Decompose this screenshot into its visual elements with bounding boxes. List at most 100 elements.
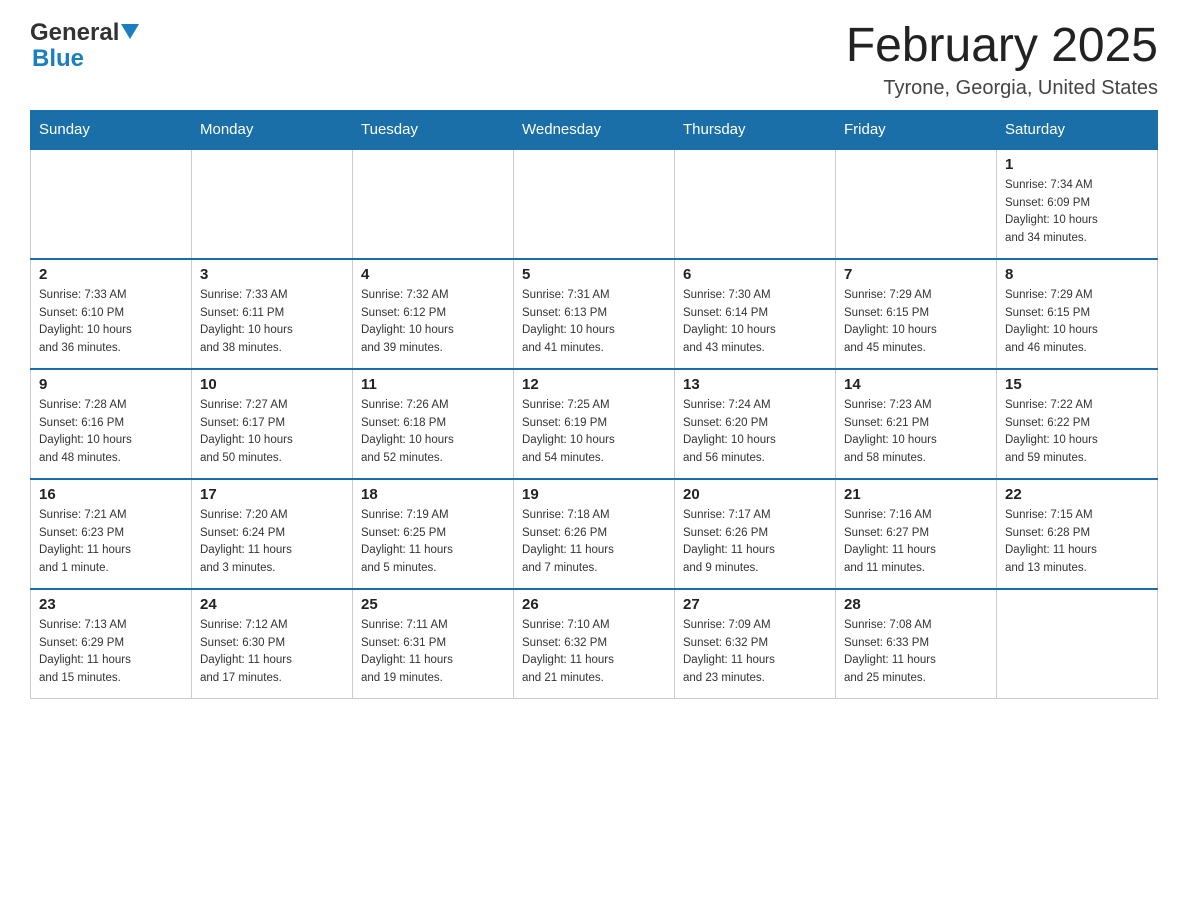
calendar-table: SundayMondayTuesdayWednesdayThursdayFrid… bbox=[30, 110, 1158, 700]
day-info: Sunrise: 7:09 AM Sunset: 6:32 PM Dayligh… bbox=[683, 617, 827, 688]
day-info: Sunrise: 7:23 AM Sunset: 6:21 PM Dayligh… bbox=[844, 397, 988, 468]
day-number: 8 bbox=[1005, 266, 1149, 283]
calendar-day-cell: 23 Sunrise: 7:13 AM Sunset: 6:29 PM Dayli… bbox=[31, 589, 192, 699]
calendar-week-row: 23 Sunrise: 7:13 AM Sunset: 6:29 PM Dayli… bbox=[31, 589, 1158, 699]
calendar-day-cell: 25 Sunrise: 7:11 AM Sunset: 6:31 PM Dayli… bbox=[353, 589, 514, 699]
calendar-day-cell: 27 Sunrise: 7:09 AM Sunset: 6:32 PM Dayli… bbox=[675, 589, 836, 699]
day-info: Sunrise: 7:25 AM Sunset: 6:19 PM Dayligh… bbox=[522, 397, 666, 468]
calendar-weekday-wednesday: Wednesday bbox=[514, 110, 675, 149]
day-number: 19 bbox=[522, 486, 666, 503]
day-number: 23 bbox=[39, 596, 183, 613]
day-info: Sunrise: 7:18 AM Sunset: 6:26 PM Dayligh… bbox=[522, 507, 666, 578]
calendar-day-cell bbox=[353, 149, 514, 259]
day-number: 1 bbox=[1005, 156, 1149, 173]
calendar-day-cell: 16 Sunrise: 7:21 AM Sunset: 6:23 PM Dayli… bbox=[31, 479, 192, 589]
day-number: 20 bbox=[683, 486, 827, 503]
calendar-day-cell: 10Sunrise: 7:27 AM Sunset: 6:17 PM Dayli… bbox=[192, 369, 353, 479]
calendar-day-cell: 1 Sunrise: 7:34 AM Sunset: 6:09 PM Daylig… bbox=[997, 149, 1158, 259]
day-info: Sunrise: 7:30 AM Sunset: 6:14 PM Dayligh… bbox=[683, 287, 827, 358]
day-info: Sunrise: 7:21 AM Sunset: 6:23 PM Dayligh… bbox=[39, 507, 183, 578]
calendar-day-cell: 9Sunrise: 7:28 AM Sunset: 6:16 PM Daylig… bbox=[31, 369, 192, 479]
calendar-day-cell: 20Sunrise: 7:17 AM Sunset: 6:26 PM Dayli… bbox=[675, 479, 836, 589]
day-info: Sunrise: 7:33 AM Sunset: 6:11 PM Dayligh… bbox=[200, 287, 344, 358]
page-header: General Blue February 2025 Tyrone, Georg… bbox=[30, 20, 1158, 100]
day-number: 6 bbox=[683, 266, 827, 283]
day-number: 21 bbox=[844, 486, 988, 503]
day-info: Sunrise: 7:12 AM Sunset: 6:30 PM Dayligh… bbox=[200, 617, 344, 688]
calendar-day-cell: 2 Sunrise: 7:33 AM Sunset: 6:10 PM Daylig… bbox=[31, 259, 192, 369]
day-number: 16 bbox=[39, 486, 183, 503]
day-info: Sunrise: 7:10 AM Sunset: 6:32 PM Dayligh… bbox=[522, 617, 666, 688]
calendar-weekday-friday: Friday bbox=[836, 110, 997, 149]
month-title: February 2025 bbox=[846, 20, 1158, 73]
day-number: 24 bbox=[200, 596, 344, 613]
logo-general-text: General bbox=[30, 20, 141, 46]
day-number: 27 bbox=[683, 596, 827, 613]
day-number: 10 bbox=[200, 376, 344, 393]
day-number: 11 bbox=[361, 376, 505, 393]
calendar-weekday-saturday: Saturday bbox=[997, 110, 1158, 149]
day-number: 14 bbox=[844, 376, 988, 393]
calendar-weekday-sunday: Sunday bbox=[31, 110, 192, 149]
day-info: Sunrise: 7:13 AM Sunset: 6:29 PM Dayligh… bbox=[39, 617, 183, 688]
calendar-day-cell: 7 Sunrise: 7:29 AM Sunset: 6:15 PM Daylig… bbox=[836, 259, 997, 369]
day-number: 3 bbox=[200, 266, 344, 283]
calendar-day-cell: 13 Sunrise: 7:24 AM Sunset: 6:20 PM Dayli… bbox=[675, 369, 836, 479]
day-info: Sunrise: 7:33 AM Sunset: 6:10 PM Dayligh… bbox=[39, 287, 183, 358]
day-info: Sunrise: 7:08 AM Sunset: 6:33 PM Dayligh… bbox=[844, 617, 988, 688]
day-number: 13 bbox=[683, 376, 827, 393]
day-info: Sunrise: 7:20 AM Sunset: 6:24 PM Dayligh… bbox=[200, 507, 344, 578]
calendar-day-cell: 26 Sunrise: 7:10 AM Sunset: 6:32 PM Dayli… bbox=[514, 589, 675, 699]
calendar-day-cell: 17 Sunrise: 7:20 AM Sunset: 6:24 PM Dayli… bbox=[192, 479, 353, 589]
logo-general-label: General bbox=[30, 20, 119, 46]
day-info: Sunrise: 7:24 AM Sunset: 6:20 PM Dayligh… bbox=[683, 397, 827, 468]
calendar-day-cell: 5Sunrise: 7:31 AM Sunset: 6:13 PM Daylig… bbox=[514, 259, 675, 369]
calendar-week-row: 16 Sunrise: 7:21 AM Sunset: 6:23 PM Dayli… bbox=[31, 479, 1158, 589]
location-title: Tyrone, Georgia, United States bbox=[846, 77, 1158, 100]
calendar-header-row: SundayMondayTuesdayWednesdayThursdayFrid… bbox=[31, 110, 1158, 149]
day-number: 4 bbox=[361, 266, 505, 283]
day-number: 5 bbox=[522, 266, 666, 283]
day-info: Sunrise: 7:26 AM Sunset: 6:18 PM Dayligh… bbox=[361, 397, 505, 468]
calendar-day-cell: 8 Sunrise: 7:29 AM Sunset: 6:15 PM Daylig… bbox=[997, 259, 1158, 369]
calendar-day-cell: 6 Sunrise: 7:30 AM Sunset: 6:14 PM Daylig… bbox=[675, 259, 836, 369]
calendar-weekday-monday: Monday bbox=[192, 110, 353, 149]
day-number: 26 bbox=[522, 596, 666, 613]
calendar-day-cell bbox=[675, 149, 836, 259]
day-number: 25 bbox=[361, 596, 505, 613]
calendar-day-cell: 28Sunrise: 7:08 AM Sunset: 6:33 PM Dayli… bbox=[836, 589, 997, 699]
calendar-day-cell: 14 Sunrise: 7:23 AM Sunset: 6:21 PM Dayli… bbox=[836, 369, 997, 479]
day-number: 18 bbox=[361, 486, 505, 503]
day-info: Sunrise: 7:22 AM Sunset: 6:22 PM Dayligh… bbox=[1005, 397, 1149, 468]
calendar-day-cell bbox=[192, 149, 353, 259]
calendar-day-cell: 21 Sunrise: 7:16 AM Sunset: 6:27 PM Dayli… bbox=[836, 479, 997, 589]
day-info: Sunrise: 7:32 AM Sunset: 6:12 PM Dayligh… bbox=[361, 287, 505, 358]
day-info: Sunrise: 7:15 AM Sunset: 6:28 PM Dayligh… bbox=[1005, 507, 1149, 578]
calendar-day-cell bbox=[31, 149, 192, 259]
day-number: 17 bbox=[200, 486, 344, 503]
logo: General Blue bbox=[30, 20, 141, 73]
calendar-day-cell: 19 Sunrise: 7:18 AM Sunset: 6:26 PM Dayli… bbox=[514, 479, 675, 589]
day-info: Sunrise: 7:29 AM Sunset: 6:15 PM Dayligh… bbox=[844, 287, 988, 358]
calendar-day-cell bbox=[514, 149, 675, 259]
calendar-weekday-thursday: Thursday bbox=[675, 110, 836, 149]
day-info: Sunrise: 7:16 AM Sunset: 6:27 PM Dayligh… bbox=[844, 507, 988, 578]
day-info: Sunrise: 7:19 AM Sunset: 6:25 PM Dayligh… bbox=[361, 507, 505, 578]
day-info: Sunrise: 7:28 AM Sunset: 6:16 PM Dayligh… bbox=[39, 397, 183, 468]
day-info: Sunrise: 7:11 AM Sunset: 6:31 PM Dayligh… bbox=[361, 617, 505, 688]
calendar-week-row: 2 Sunrise: 7:33 AM Sunset: 6:10 PM Daylig… bbox=[31, 259, 1158, 369]
calendar-day-cell: 3 Sunrise: 7:33 AM Sunset: 6:11 PM Daylig… bbox=[192, 259, 353, 369]
day-info: Sunrise: 7:34 AM Sunset: 6:09 PM Dayligh… bbox=[1005, 177, 1149, 248]
calendar-day-cell: 4 Sunrise: 7:32 AM Sunset: 6:12 PM Daylig… bbox=[353, 259, 514, 369]
day-number: 7 bbox=[844, 266, 988, 283]
calendar-day-cell: 15Sunrise: 7:22 AM Sunset: 6:22 PM Dayli… bbox=[997, 369, 1158, 479]
day-number: 22 bbox=[1005, 486, 1149, 503]
calendar-day-cell: 22 Sunrise: 7:15 AM Sunset: 6:28 PM Dayli… bbox=[997, 479, 1158, 589]
day-info: Sunrise: 7:29 AM Sunset: 6:15 PM Dayligh… bbox=[1005, 287, 1149, 358]
calendar-weekday-tuesday: Tuesday bbox=[353, 110, 514, 149]
calendar-day-cell: 24 Sunrise: 7:12 AM Sunset: 6:30 PM Dayli… bbox=[192, 589, 353, 699]
calendar-week-row: 1 Sunrise: 7:34 AM Sunset: 6:09 PM Daylig… bbox=[31, 149, 1158, 259]
day-number: 2 bbox=[39, 266, 183, 283]
logo-blue-label: Blue bbox=[32, 46, 141, 72]
title-section: February 2025 Tyrone, Georgia, United St… bbox=[846, 20, 1158, 100]
